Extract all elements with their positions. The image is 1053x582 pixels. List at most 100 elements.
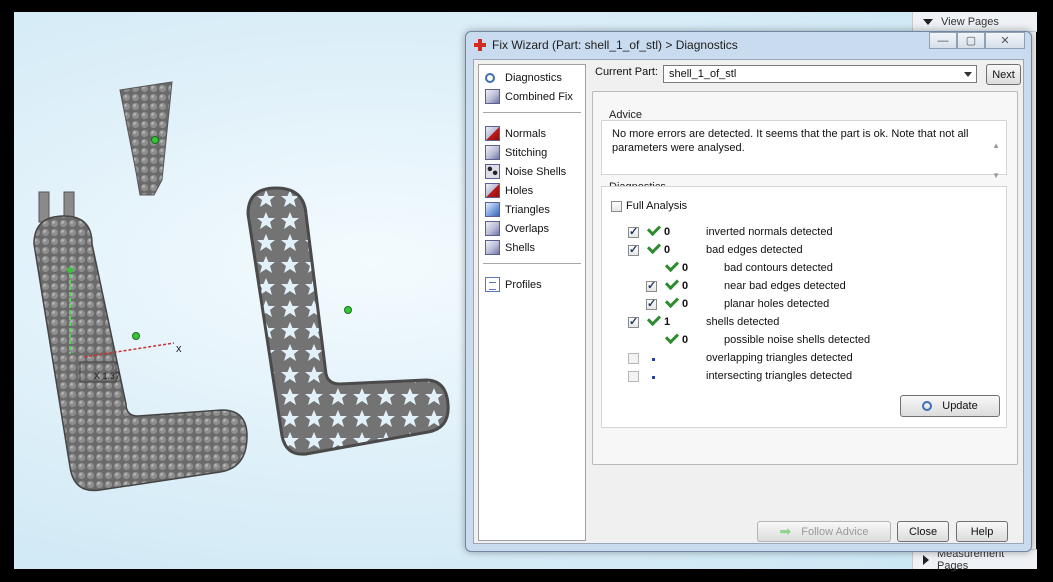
nav-item-normals[interactable]: Normals xyxy=(485,125,546,142)
ok-check-icon xyxy=(646,221,662,237)
chevron-down-icon xyxy=(964,72,972,77)
dialog-client: Diagnostics Combined Fix Normals Stitchi… xyxy=(473,59,1024,544)
update-button[interactable]: Update xyxy=(900,395,1000,417)
close-window-button[interactable]: ✕ xyxy=(985,32,1025,49)
row-label: shells detected xyxy=(706,316,780,328)
row-count: 0 xyxy=(682,262,689,274)
row-label: inverted normals detected xyxy=(706,226,833,238)
magnifier-icon xyxy=(485,72,495,83)
stitching-icon xyxy=(485,145,500,160)
combined-fix-icon xyxy=(485,89,500,104)
nav-label: Stitching xyxy=(505,146,548,159)
measurement-pages-header[interactable]: Measurement Pages xyxy=(913,548,1037,572)
axis-origin-marker xyxy=(67,267,73,273)
nav-item-diagnostics[interactable]: Diagnostics xyxy=(485,69,562,86)
row-count: 0 xyxy=(682,280,689,292)
holes-icon xyxy=(485,183,500,198)
nav-item-triangles[interactable]: Triangles xyxy=(485,201,550,218)
nav-label: Shells xyxy=(505,241,535,254)
minimize-button[interactable]: — xyxy=(929,32,957,49)
current-part-value: shell_1_of_stl xyxy=(669,68,737,80)
next-button[interactable]: Next xyxy=(986,64,1021,85)
row-checkbox[interactable] xyxy=(628,353,639,364)
ok-check-icon xyxy=(664,293,680,309)
nav-item-combined-fix[interactable]: Combined Fix xyxy=(485,88,573,105)
row-checkbox[interactable] xyxy=(646,297,657,310)
row-checkbox[interactable] xyxy=(628,315,639,328)
small-part xyxy=(119,81,173,196)
help-button[interactable]: Help xyxy=(956,521,1008,542)
follow-advice-label: Follow Advice xyxy=(801,525,869,538)
wizard-nav: Diagnostics Combined Fix Normals Stitchi… xyxy=(478,64,586,541)
tab-left xyxy=(38,191,50,223)
nav-separator xyxy=(483,263,581,264)
part-center-marker xyxy=(151,136,159,144)
star-l-part xyxy=(246,186,450,456)
nav-label: Profiles xyxy=(505,278,542,291)
row-label: near bad edges detected xyxy=(724,280,846,292)
view-pages-header[interactable]: View Pages xyxy=(913,12,1037,32)
current-part-select[interactable]: shell_1_of_stl xyxy=(663,65,977,83)
row-label: possible noise shells detected xyxy=(724,334,871,346)
noise-shells-icon xyxy=(485,164,500,179)
ok-check-icon xyxy=(646,239,662,255)
nav-label: Combined Fix xyxy=(505,90,573,103)
shells-icon xyxy=(485,240,500,255)
window-controls: — ▢ ✕ xyxy=(929,32,1025,49)
close-button[interactable]: Close xyxy=(897,521,949,542)
expand-right-icon xyxy=(923,554,929,565)
follow-advice-button[interactable]: ➡ Follow Advice xyxy=(757,521,891,542)
nav-item-shells[interactable]: Shells xyxy=(485,239,535,256)
arrow-right-icon: ➡ xyxy=(779,523,792,539)
full-analysis-label: Full Analysis xyxy=(626,200,688,212)
expand-down-icon xyxy=(923,18,933,25)
magnifier-icon xyxy=(922,401,933,411)
window-title: Fix Wizard (Part: shell_1_of_stl) > Diag… xyxy=(492,38,738,52)
advice-box: No more errors are detected. It seems th… xyxy=(601,120,1007,180)
advice-scrollbar[interactable]: ▲ ▼ xyxy=(992,131,1000,191)
full-analysis-checkbox[interactable] xyxy=(611,201,622,212)
diagnostics-box: Full Analysis 0 inverted normals detecte… xyxy=(601,186,1007,428)
row-checkbox[interactable] xyxy=(628,371,639,382)
row-checkbox[interactable] xyxy=(628,243,639,256)
row-checkbox[interactable] xyxy=(628,225,639,238)
ok-check-icon xyxy=(646,311,662,327)
part-center-marker-2 xyxy=(344,306,352,314)
pending-dot-icon xyxy=(652,358,655,361)
main-panel: Advice No more errors are detected. It s… xyxy=(592,91,1018,465)
row-count: 0 xyxy=(664,244,671,256)
row-label: overlapping triangles detected xyxy=(706,352,853,364)
update-label: Update xyxy=(942,400,978,412)
profiles-icon xyxy=(485,277,500,292)
nav-item-noise-shells[interactable]: Noise Shells xyxy=(485,163,566,180)
row-count: 0 xyxy=(664,226,671,238)
pending-dot-icon xyxy=(652,376,655,379)
title-bar[interactable]: Fix Wizard (Part: shell_1_of_stl) > Diag… xyxy=(466,32,1031,58)
normals-icon xyxy=(485,126,500,141)
nav-label: Normals xyxy=(505,127,546,140)
app-cross-icon xyxy=(474,39,486,51)
pebble-l-part xyxy=(33,215,248,492)
row-label: bad contours detected xyxy=(724,262,833,274)
current-part-label: Current Part: xyxy=(595,66,658,78)
overlaps-icon xyxy=(485,221,500,236)
row-label: planar holes detected xyxy=(724,298,830,310)
nav-label: Holes xyxy=(505,184,534,197)
row-count: 1 xyxy=(664,316,671,328)
ok-check-icon xyxy=(664,275,680,291)
row-count: 0 xyxy=(682,298,689,310)
nav-label: Noise Shells xyxy=(505,165,567,178)
nav-item-holes[interactable]: Holes xyxy=(485,182,533,199)
x-axis-label: x xyxy=(176,343,182,355)
nav-separator xyxy=(483,112,581,113)
nav-label: Diagnostics xyxy=(505,71,562,84)
nav-item-stitching[interactable]: Stitching xyxy=(485,144,547,161)
nav-item-overlaps[interactable]: Overlaps xyxy=(485,220,549,237)
row-count: 0 xyxy=(682,334,689,346)
ok-check-icon xyxy=(664,257,680,273)
nav-item-profiles[interactable]: Profiles xyxy=(485,276,542,293)
view-pages-label: View Pages xyxy=(941,15,999,28)
triangles-icon xyxy=(485,202,500,217)
row-checkbox[interactable] xyxy=(646,279,657,292)
maximize-button[interactable]: ▢ xyxy=(957,32,985,49)
